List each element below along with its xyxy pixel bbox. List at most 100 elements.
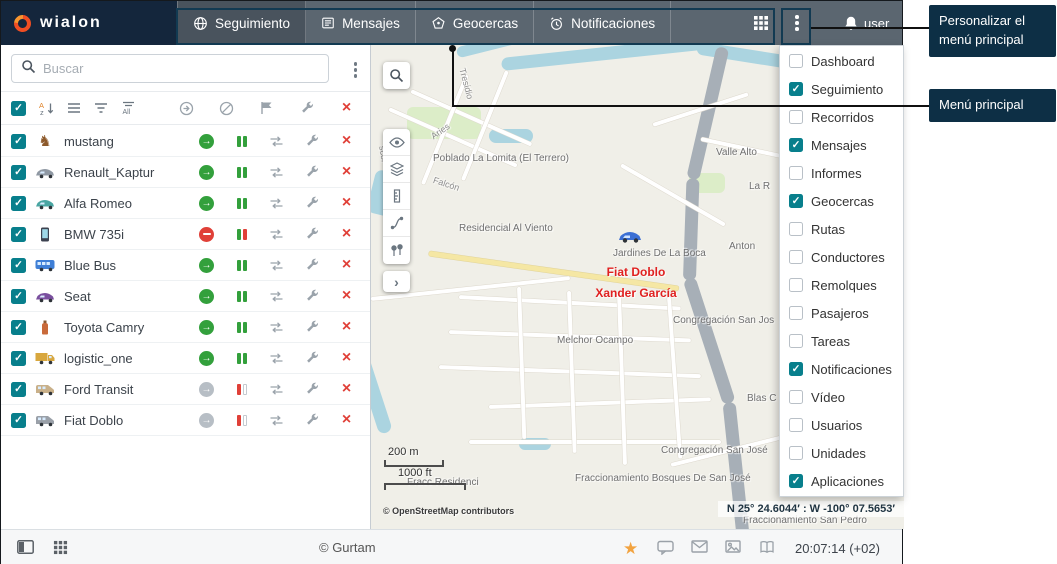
apps-grid-icon[interactable] [753, 15, 769, 36]
footer-apps-grid-dark-icon[interactable] [53, 540, 68, 560]
unit-marker-fiat-doblo[interactable] [617, 229, 643, 248]
remove-column-icon[interactable]: × [333, 100, 360, 116]
map-markers-icon[interactable] [383, 237, 410, 264]
menu-item-checkbox[interactable] [789, 446, 803, 460]
unit-row-ford-transit[interactable]: Ford Transit → × [1, 374, 370, 405]
menu-item-geocercas[interactable]: Geocercas [780, 187, 903, 215]
unit-checkbox[interactable] [11, 164, 26, 180]
unit-row-alfa-romeo[interactable]: Alfa Romeo → × [1, 188, 370, 219]
unit-properties-wrench-icon[interactable] [298, 227, 325, 241]
footer-bottom-panel-toggle-icon[interactable] [17, 540, 34, 559]
unit-checkbox[interactable] [11, 381, 26, 397]
map-eye-icon[interactable] [383, 129, 410, 156]
unit-checkbox[interactable] [11, 412, 26, 428]
menu-item-aplicaciones[interactable]: Aplicaciones [780, 467, 903, 495]
unit-properties-wrench-icon[interactable] [298, 351, 325, 365]
unit-checkbox[interactable] [11, 133, 26, 149]
menu-item-checkbox[interactable] [789, 418, 803, 432]
footer-star-icon[interactable]: ★ [623, 540, 638, 559]
filter-all-icon[interactable]: All [121, 101, 136, 115]
menu-item-checkbox[interactable] [789, 138, 803, 152]
unit-remove-icon[interactable]: × [333, 350, 360, 366]
panel-options-kebab-icon[interactable] [353, 62, 357, 78]
unit-remove-icon[interactable]: × [333, 257, 360, 273]
unit-remove-icon[interactable]: × [333, 164, 360, 180]
unit-checkbox[interactable] [11, 319, 26, 335]
menu-item-checkbox[interactable] [789, 334, 803, 348]
map-layers-icon[interactable] [383, 156, 410, 183]
map-routes-icon[interactable] [383, 210, 410, 237]
menu-item-informes[interactable]: Informes [780, 159, 903, 187]
menu-item-notificaciones[interactable]: Notificaciones [780, 355, 903, 383]
menu-item-checkbox[interactable] [789, 306, 803, 320]
unit-checkbox[interactable] [11, 226, 26, 242]
filter-icon[interactable] [94, 102, 108, 115]
menu-item-remolques[interactable]: Remolques [780, 271, 903, 299]
footer-chat-icon[interactable] [657, 540, 674, 560]
unit-checkbox[interactable] [11, 257, 26, 273]
menu-item-checkbox[interactable] [789, 250, 803, 264]
properties-column-icon[interactable] [293, 101, 320, 115]
map-search-icon[interactable] [383, 62, 410, 89]
menu-item-dashboard[interactable]: Dashboard [780, 47, 903, 75]
motion-state-column-icon[interactable] [173, 101, 200, 116]
unit-properties-wrench-icon[interactable] [298, 134, 325, 148]
unit-remove-icon[interactable]: × [333, 412, 360, 428]
data-accuracy-column-icon[interactable] [213, 101, 240, 116]
tab-seguimiento[interactable]: Seguimiento [177, 1, 307, 45]
menu-item-recorridos[interactable]: Recorridos [780, 103, 903, 131]
footer-media-icon[interactable] [725, 540, 741, 558]
menu-item-tareas[interactable]: Tareas [780, 327, 903, 355]
footer-journal-icon[interactable] [759, 540, 775, 559]
unit-remove-icon[interactable]: × [333, 319, 360, 335]
tab-notificaciones[interactable]: Notificaciones [534, 1, 672, 45]
unit-properties-wrench-icon[interactable] [298, 165, 325, 179]
unit-properties-wrench-icon[interactable] [298, 258, 325, 272]
menu-item-checkbox[interactable] [789, 194, 803, 208]
unit-checkbox[interactable] [11, 195, 26, 211]
unit-row-seat[interactable]: Seat → × [1, 281, 370, 312]
menu-item-checkbox[interactable] [789, 474, 803, 488]
menu-item-seguimiento[interactable]: Seguimiento [780, 75, 903, 103]
notifications-bell-icon[interactable] [843, 15, 859, 36]
menu-item-unidades[interactable]: Unidades [780, 439, 903, 467]
menu-item-rutas[interactable]: Rutas [780, 215, 903, 243]
customize-menu-kebab-icon[interactable] [789, 12, 805, 34]
menu-item-checkbox[interactable] [789, 362, 803, 376]
unit-properties-wrench-icon[interactable] [298, 320, 325, 334]
unit-row-bmw-735i[interactable]: BMW 735i × [1, 219, 370, 250]
unit-properties-wrench-icon[interactable] [298, 289, 325, 303]
unit-row-logistic-one[interactable]: logistic_one → × [1, 343, 370, 374]
menu-item-usuarios[interactable]: Usuarios [780, 411, 903, 439]
menu-item-checkbox[interactable] [789, 278, 803, 292]
footer-mail-icon[interactable] [691, 540, 708, 558]
select-all-checkbox[interactable] [11, 100, 26, 116]
menu-item-video[interactable]: Vídeo [780, 383, 903, 411]
unit-row-toyota-camry[interactable]: Toyota Camry → × [1, 312, 370, 343]
unit-remove-icon[interactable]: × [333, 133, 360, 149]
menu-item-checkbox[interactable] [789, 222, 803, 236]
menu-item-checkbox[interactable] [789, 82, 803, 96]
unit-row-renault-kaptur[interactable]: Renault_Kaptur → × [1, 157, 370, 188]
search-input[interactable] [43, 61, 319, 76]
menu-item-checkbox[interactable] [789, 54, 803, 68]
list-view-icon[interactable] [67, 102, 81, 114]
menu-item-checkbox[interactable] [789, 166, 803, 180]
unit-row-fiat-doblo[interactable]: Fiat Doblo → × [1, 405, 370, 436]
sort-icon[interactable]: Az [39, 101, 54, 116]
unit-remove-icon[interactable]: × [333, 195, 360, 211]
unit-properties-wrench-icon[interactable] [298, 413, 325, 427]
map-ruler-icon[interactable] [383, 183, 410, 210]
unit-properties-wrench-icon[interactable] [298, 382, 325, 396]
menu-item-conductores[interactable]: Conductores [780, 243, 903, 271]
unit-row-mustang[interactable]: ♞ mustang → × [1, 126, 370, 157]
unit-properties-wrench-icon[interactable] [298, 196, 325, 210]
unit-checkbox[interactable] [11, 288, 26, 304]
menu-item-checkbox[interactable] [789, 110, 803, 124]
unit-remove-icon[interactable]: × [333, 288, 360, 304]
unit-checkbox[interactable] [11, 350, 26, 366]
flag-column-icon[interactable] [253, 101, 280, 115]
menu-item-checkbox[interactable] [789, 390, 803, 404]
unit-remove-icon[interactable]: × [333, 226, 360, 242]
unit-row-blue-bus[interactable]: Blue Bus → × [1, 250, 370, 281]
